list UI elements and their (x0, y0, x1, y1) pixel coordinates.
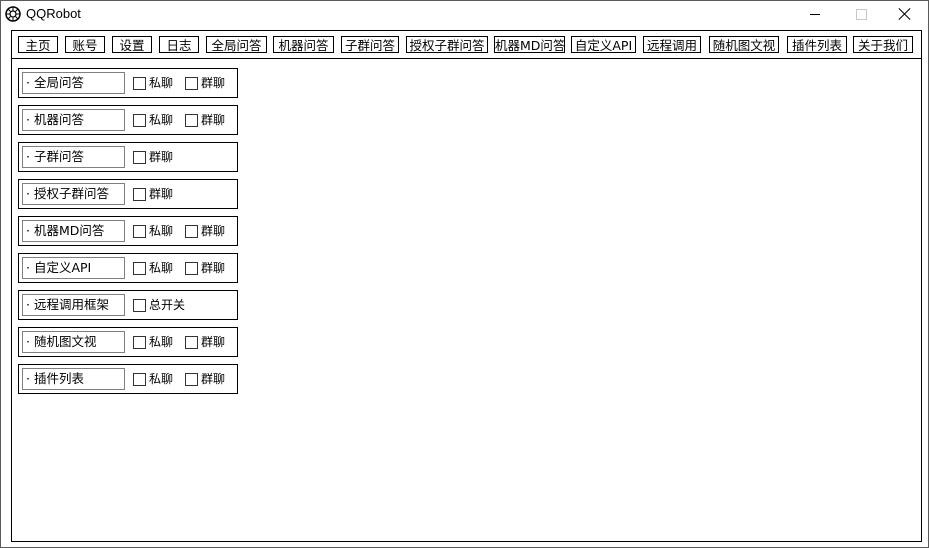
minimize-icon (810, 13, 820, 15)
row-label: · 全局问答 (22, 72, 125, 94)
tab-authorized-subgroup-qa[interactable]: 授权子群问答 (406, 36, 488, 53)
group-chat-checkbox[interactable]: 群聊 (185, 371, 225, 387)
master-switch-checkbox[interactable]: 总开关 (133, 297, 185, 313)
group-chat-checkbox[interactable]: 群聊 (133, 149, 173, 165)
checkbox-box[interactable] (133, 150, 146, 164)
private-chat-checkbox[interactable]: 私聊 (133, 75, 173, 91)
checkbox-box[interactable] (185, 224, 198, 238)
checkbox-box[interactable] (133, 335, 146, 349)
row-label: · 授权子群问答 (22, 183, 125, 205)
checkbox-box[interactable] (133, 298, 146, 312)
tab-about[interactable]: 关于我们 (853, 36, 913, 53)
checkbox-box[interactable] (185, 261, 198, 275)
row-global-qa: · 全局问答 私聊 群聊 (18, 68, 238, 98)
group-chat-checkbox[interactable]: 群聊 (185, 112, 225, 128)
group-chat-checkbox[interactable]: 群聊 (133, 186, 173, 202)
tab-settings[interactable]: 设置 (112, 36, 152, 53)
tab-log[interactable]: 日志 (159, 36, 199, 53)
tab-robot-md-qa[interactable]: 机器MD问答 (494, 36, 565, 53)
tab-robot-qa[interactable]: 机器问答 (273, 36, 334, 53)
maximize-button[interactable] (838, 1, 884, 27)
tab-account[interactable]: 账号 (65, 36, 105, 53)
private-chat-checkbox[interactable]: 私聊 (133, 112, 173, 128)
row-label: · 随机图文视 (22, 331, 125, 353)
minimize-button[interactable] (792, 1, 838, 27)
app-window: QQRobot 主页 账号 设置 日志 全局问答 机器问答 子群问答 授权子群问… (0, 0, 929, 548)
group-chat-checkbox[interactable]: 群聊 (185, 223, 225, 239)
private-chat-checkbox[interactable]: 私聊 (133, 371, 173, 387)
tab-bar: 主页 账号 设置 日志 全局问答 机器问答 子群问答 授权子群问答 机器MD问答… (12, 31, 921, 59)
checkbox-box[interactable] (133, 113, 146, 127)
close-button[interactable] (882, 1, 928, 27)
close-icon (899, 8, 911, 20)
row-robot-qa: · 机器问答 私聊 群聊 (18, 105, 238, 135)
tab-remote-call[interactable]: 远程调用 (643, 36, 701, 53)
row-label: · 机器MD问答 (22, 220, 125, 242)
row-robot-md-qa: · 机器MD问答 私聊 群聊 (18, 216, 238, 246)
tab-subgroup-qa[interactable]: 子群问答 (341, 36, 399, 53)
row-label: · 插件列表 (22, 368, 125, 390)
row-label: · 子群问答 (22, 146, 125, 168)
checkbox-box[interactable] (133, 224, 146, 238)
checkbox-box[interactable] (133, 76, 146, 90)
app-logo-icon (5, 6, 21, 22)
group-chat-checkbox[interactable]: 群聊 (185, 75, 225, 91)
row-label: · 机器问答 (22, 109, 125, 131)
maximize-icon (855, 8, 867, 20)
checkbox-box[interactable] (133, 372, 146, 386)
row-subgroup-qa: · 子群问答 群聊 (18, 142, 238, 172)
tab-random-media[interactable]: 随机图文视 (709, 36, 779, 53)
row-plugin-list: · 插件列表 私聊 群聊 (18, 364, 238, 394)
row-random-media: · 随机图文视 私聊 群聊 (18, 327, 238, 357)
row-authorized-subgroup-qa: · 授权子群问答 群聊 (18, 179, 238, 209)
group-chat-checkbox[interactable]: 群聊 (185, 334, 225, 350)
checkbox-box[interactable] (133, 261, 146, 275)
title-bar[interactable]: QQRobot (1, 1, 928, 27)
tab-home[interactable]: 主页 (18, 36, 58, 53)
group-chat-checkbox[interactable]: 群聊 (185, 260, 225, 276)
checkbox-box[interactable] (133, 187, 146, 201)
checkbox-box[interactable] (185, 372, 198, 386)
private-chat-checkbox[interactable]: 私聊 (133, 223, 173, 239)
private-chat-checkbox[interactable]: 私聊 (133, 334, 173, 350)
tab-custom-api[interactable]: 自定义API (571, 36, 636, 53)
row-remote-call-framework: · 远程调用框架 总开关 (18, 290, 238, 320)
tab-plugin-list[interactable]: 插件列表 (787, 36, 847, 53)
tab-global-qa[interactable]: 全局问答 (206, 36, 267, 53)
row-label: · 远程调用框架 (22, 294, 125, 316)
checkbox-box[interactable] (185, 76, 198, 90)
private-chat-checkbox[interactable]: 私聊 (133, 260, 173, 276)
row-label: · 自定义API (22, 257, 125, 279)
checkbox-box[interactable] (185, 335, 198, 349)
main-panel: 主页 账号 设置 日志 全局问答 机器问答 子群问答 授权子群问答 机器MD问答… (11, 30, 922, 542)
checkbox-box[interactable] (185, 113, 198, 127)
window-title: QQRobot (26, 6, 81, 21)
row-custom-api: · 自定义API 私聊 群聊 (18, 253, 238, 283)
